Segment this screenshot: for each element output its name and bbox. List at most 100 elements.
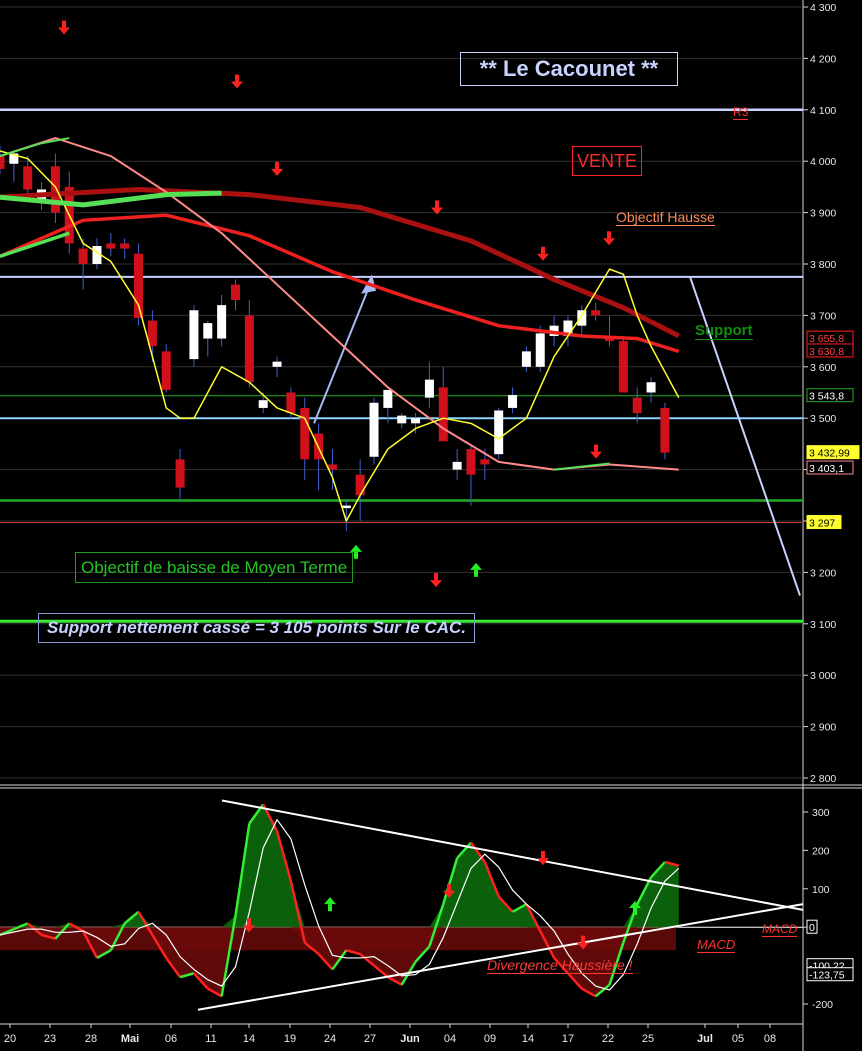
price-tick-label: 2 800	[810, 773, 836, 785]
time-tick-label: 22	[602, 1033, 614, 1045]
candle-body	[23, 166, 33, 190]
candle-body	[397, 415, 407, 424]
buy-signal-arrow	[474, 569, 478, 577]
candle-body	[78, 248, 88, 264]
macd-buy-arrow	[633, 908, 637, 915]
candle-body	[466, 449, 476, 475]
candle-body	[300, 407, 310, 460]
candle-body	[217, 305, 227, 339]
background	[0, 0, 862, 1051]
candle-body	[0, 156, 5, 169]
macd-label-right: MACD	[762, 922, 798, 937]
candle-body	[383, 389, 393, 408]
price-tick-label: 2 900	[810, 722, 836, 734]
time-tick-label: 06	[165, 1033, 177, 1045]
time-tick-label: 20	[4, 1033, 16, 1045]
price-tag-text: 3 543,8	[809, 391, 844, 403]
time-tick-label: 28	[85, 1033, 97, 1045]
grid	[0, 0, 862, 1051]
candle-body	[286, 392, 296, 414]
sell-signal-arrow	[235, 74, 239, 82]
sell-signal-arrow	[607, 231, 611, 239]
macd-label: MACD	[697, 937, 736, 953]
support-casse-label: Support nettement cassé = 3 105 points S…	[38, 613, 475, 643]
candle-body	[175, 459, 185, 488]
candle-body	[535, 333, 545, 367]
candle-body	[508, 395, 518, 408]
macd-tick-label: 300	[812, 807, 830, 819]
buy-signal-arrow	[354, 551, 358, 559]
time-tick-label: Jun	[400, 1033, 420, 1045]
support-label: Support	[695, 322, 753, 340]
price-tag-text: 3 403,1	[809, 463, 844, 475]
price-tick-label: 3 500	[810, 413, 836, 425]
candle-body	[480, 459, 490, 465]
r3-label: R3	[733, 105, 749, 120]
macd-buy-arrow	[328, 904, 332, 912]
macd-sell-arrow	[581, 935, 585, 943]
time-tick-label: 19	[284, 1033, 296, 1045]
macd-tick-label: 100	[812, 884, 830, 896]
chart-canvas: 4 300 4 200 4 100 4 000 3 900 3 800 3 700 3 600…	[0, 0, 862, 1051]
macd-tag-text: -123,75	[809, 970, 845, 982]
price-tick-label: 4 100	[810, 105, 836, 117]
candle-body	[161, 351, 171, 390]
sell-signal-arrow	[435, 200, 439, 208]
candle-body	[646, 382, 656, 393]
candle-body	[106, 243, 116, 249]
price-tick-label: 4 000	[810, 156, 836, 168]
time-tick-label: 09	[484, 1033, 496, 1045]
candle-body	[230, 284, 240, 300]
time-tick-label: 08	[764, 1033, 776, 1045]
price-tag-text: 3 655,8	[809, 333, 844, 345]
candle-body	[424, 379, 434, 398]
candle-body	[618, 341, 628, 393]
time-tick-label: 23	[44, 1033, 56, 1045]
time-tick-label: 24	[324, 1033, 336, 1045]
candle-body	[660, 407, 670, 453]
price-tick-label: 3 900	[810, 208, 836, 220]
price-tick-label: 3 000	[810, 670, 836, 682]
time-tick-label: Mai	[121, 1033, 139, 1045]
candle-body	[369, 402, 379, 457]
sell-signal-arrow	[541, 246, 545, 254]
objectif-baisse-label: Objectif de baisse de Moyen Terme	[75, 552, 354, 583]
candle-body	[591, 310, 601, 316]
candle-body	[577, 310, 587, 326]
sell-signal-arrow	[62, 20, 66, 28]
candle-body	[272, 361, 282, 367]
candle-body	[244, 315, 254, 383]
candle-body	[452, 461, 462, 470]
time-tick-label: Jul	[697, 1033, 713, 1045]
macd-sell-arrow	[247, 918, 251, 926]
candle-body	[494, 410, 504, 455]
candle-body	[203, 323, 213, 339]
price-tag-text: 3 432,99	[809, 448, 850, 460]
macd-sell-arrow	[541, 851, 545, 859]
candle-body	[411, 418, 421, 424]
price-tag-text: 3 297	[809, 518, 835, 530]
price-tick-label: 3 100	[810, 619, 836, 631]
price-tag-text: 3 630,8	[809, 346, 844, 358]
price-tick-label: 4 200	[810, 53, 836, 65]
time-tick-label: 11	[205, 1033, 216, 1045]
candle-body	[189, 310, 199, 360]
candle-body	[134, 253, 144, 318]
divergence-label: Divergence Haussière !	[487, 957, 633, 974]
candle-body	[341, 505, 351, 509]
candle-body	[521, 351, 531, 367]
sell-signal-arrow	[275, 161, 279, 169]
candle-body	[120, 243, 130, 249]
macd-tag-text: 0	[809, 922, 815, 934]
candle-body	[50, 166, 60, 213]
objectif-hausse-label: Objectif Hausse	[616, 209, 715, 226]
chart-title: ** Le Cacounet **	[460, 52, 678, 86]
time-tick-label: 04	[444, 1033, 456, 1045]
candle-body	[632, 397, 642, 414]
macd-tick-label: -200	[812, 999, 833, 1011]
time-tick-label: 05	[732, 1033, 744, 1045]
candle-body	[355, 474, 365, 496]
price-tick-label: 3 200	[810, 567, 836, 579]
time-tick-label: 27	[364, 1033, 376, 1045]
candle-body	[438, 387, 448, 442]
